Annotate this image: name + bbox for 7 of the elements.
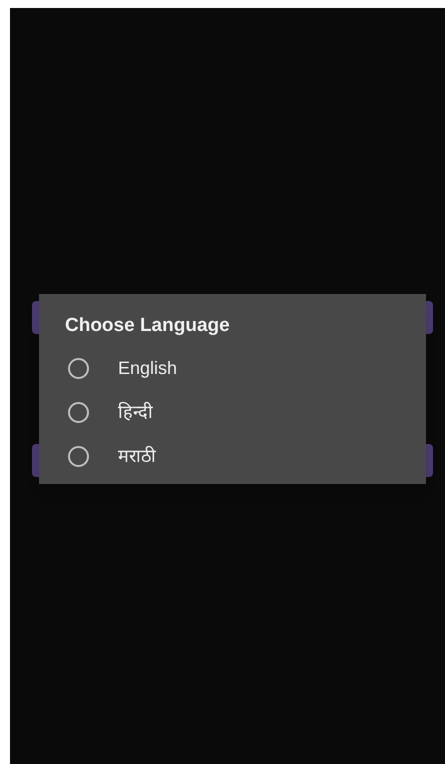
language-option[interactable]: मराठी bbox=[65, 434, 164, 478]
radio-button[interactable] bbox=[68, 358, 89, 378]
radio-button[interactable] bbox=[68, 446, 89, 466]
language-option[interactable]: हिन्दी bbox=[65, 390, 161, 434]
dialog-title: Choose Language bbox=[65, 314, 230, 338]
radio-button[interactable] bbox=[68, 402, 89, 422]
language-option[interactable]: English bbox=[65, 346, 186, 390]
